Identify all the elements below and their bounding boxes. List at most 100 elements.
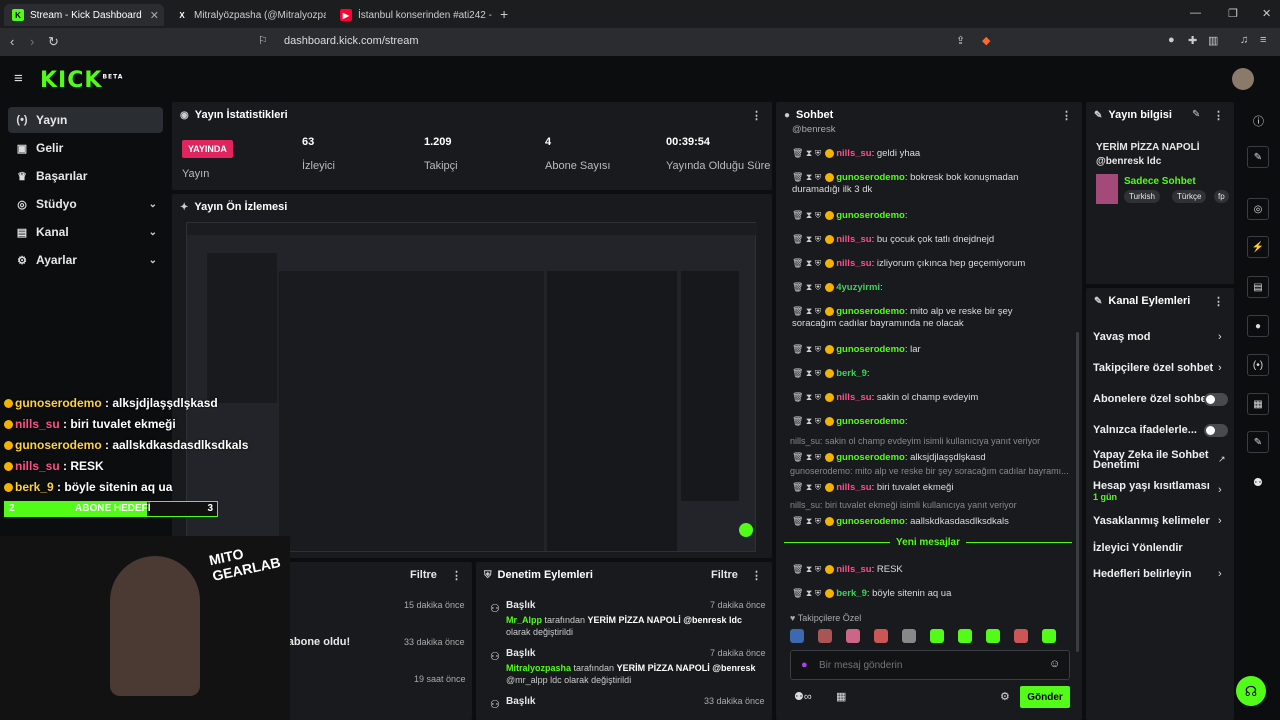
more-options-icon[interactable]: ⋮: [1061, 109, 1072, 122]
more-options-icon[interactable]: ⋮: [751, 109, 762, 122]
new-tab-icon[interactable]: +: [500, 6, 508, 22]
lightning-icon[interactable]: ⚡: [1247, 236, 1269, 258]
sidebar-item-studyo[interactable]: ◎ Stüdyo ⌄: [8, 191, 163, 217]
chat-message[interactable]: 🗑 ⧗ ⛨ gunoserodemo: mito alp ve reske bir…: [792, 306, 1013, 317]
back-icon[interactable]: ‹: [10, 34, 14, 49]
emote-icon[interactable]: [986, 629, 1000, 643]
community-icon[interactable]: ⚉∞: [794, 690, 812, 703]
avatar[interactable]: [1232, 68, 1254, 90]
mod-actions-icon[interactable]: 🗑 ⧗ ⛨: [792, 148, 821, 158]
share-icon[interactable]: ⇪: [956, 34, 965, 47]
chat-username[interactable]: gunoserodemo: [836, 306, 905, 317]
chat-username[interactable]: nills_su: [836, 482, 871, 493]
chat-message[interactable]: 🗑 ⧗ ⛨ gunoserodemo: aallskdkasdasdlksdkal…: [792, 516, 1009, 527]
emote-icon[interactable]: [958, 629, 972, 643]
more-options-icon[interactable]: ⋮: [1213, 295, 1224, 308]
emote-only-toggle[interactable]: [1204, 424, 1228, 437]
chat-username[interactable]: nills_su: [836, 148, 871, 159]
extension-icon[interactable]: ●: [1168, 34, 1175, 46]
more-options-icon[interactable]: ⋮: [451, 569, 462, 582]
kick-logo[interactable]: KICKBETA: [40, 68, 123, 93]
chat-bubble-icon[interactable]: ●: [1247, 315, 1269, 337]
wrench-icon[interactable]: ✎: [1247, 431, 1269, 453]
chevron-right-icon[interactable]: ›: [1218, 515, 1222, 527]
chat-message[interactable]: 🗑 ⧗ ⛨ gunoserodemo:: [792, 416, 907, 427]
mod-actions-icon[interactable]: 🗑 ⧗ ⛨: [792, 564, 821, 574]
chat-message[interactable]: 🗑 ⧗ ⛨ nills_su: bu çocuk çok tatlı dnejdn…: [792, 234, 994, 245]
chat-message[interactable]: 🗑 ⧗ ⛨ nills_su: izliyorum çıkınca hep geç…: [792, 258, 1025, 269]
tag-chip[interactable]: Turkish: [1124, 190, 1160, 203]
chat-message[interactable]: 🗑 ⧗ ⛨ nills_su: RESK: [792, 564, 903, 575]
chat-input[interactable]: [819, 656, 1039, 674]
chat-username[interactable]: nills_su: [836, 234, 871, 245]
mod-actions-icon[interactable]: 🗑 ⧗ ⛨: [792, 452, 821, 462]
activity-filter-button[interactable]: Filtre: [410, 569, 437, 581]
hamburger-menu-icon[interactable]: ≡: [14, 70, 23, 87]
tag-chip[interactable]: Türkçe: [1172, 190, 1207, 203]
emote-icon[interactable]: [902, 629, 916, 643]
external-link-icon[interactable]: ↗: [1218, 454, 1226, 465]
chat-username[interactable]: berk_9: [836, 588, 867, 599]
browser-tab-youtube[interactable]: ▶ İstanbul konserinden #ati242 - YouTu: [332, 4, 492, 26]
category-name[interactable]: Sadece Sohbet: [1124, 176, 1196, 187]
chat-message[interactable]: 🗑 ⧗ ⛨ berk_9:: [792, 368, 870, 379]
sidebar-item-kanal[interactable]: ▤ Kanal ⌄: [8, 219, 163, 245]
music-icon[interactable]: ♫: [1240, 34, 1248, 46]
follower-only-item[interactable]: Takipçilere özel sohbet: [1093, 362, 1213, 374]
close-tab-icon[interactable]: ✕: [142, 9, 159, 22]
mod-actions-icon[interactable]: 🗑 ⧗ ⛨: [792, 392, 821, 402]
mod-actions-icon[interactable]: 🗑 ⧗ ⛨: [792, 282, 821, 292]
chat-message[interactable]: 🗑 ⧗ ⛨ 4yuzyirmi:: [792, 282, 883, 293]
bookmark-icon[interactable]: ⚐: [258, 34, 268, 47]
sidebar-icon[interactable]: ▥: [1208, 34, 1218, 47]
edit-icon[interactable]: ✎: [1247, 146, 1269, 168]
moderation-filter-button[interactable]: Filtre: [711, 569, 738, 581]
mod-actions-icon[interactable]: 🗑 ⧗ ⛨: [792, 516, 821, 526]
sidebar-item-yayin[interactable]: (•) Yayın: [8, 107, 163, 133]
chevron-right-icon[interactable]: ›: [1218, 484, 1222, 496]
mod-actions-icon[interactable]: 🗑 ⧗ ⛨: [792, 172, 821, 182]
mod-actions-icon[interactable]: 🗑 ⧗ ⛨: [792, 234, 821, 244]
chat-message[interactable]: 🗑 ⧗ ⛨ nills_su: sakin ol champ evdeyim: [792, 392, 978, 403]
emote-icon[interactable]: [874, 629, 888, 643]
chat-message[interactable]: 🗑 ⧗ ⛨ nills_su: geldi yhaa: [792, 148, 920, 159]
tag-chip[interactable]: fp: [1214, 190, 1229, 203]
community-icon[interactable]: ⚉: [1253, 476, 1263, 489]
chat-message[interactable]: 🗑 ⧗ ⛨ gunoserodemo: bokresk bok konuşmada…: [792, 172, 1018, 183]
chat-username[interactable]: gunoserodemo: [836, 344, 905, 355]
send-button[interactable]: Gönder: [1020, 686, 1070, 708]
chat-username[interactable]: gunoserodemo: [836, 452, 905, 463]
emote-icon[interactable]: [930, 629, 944, 643]
gear-icon[interactable]: ⚙: [1000, 690, 1010, 703]
mod-actions-icon[interactable]: 🗑 ⧗ ⛨: [792, 588, 821, 598]
sidebar-item-basarilar[interactable]: ♛ Başarılar: [8, 163, 163, 189]
emoji-icon[interactable]: ☺: [1049, 658, 1060, 670]
browser-tab-x[interactable]: X Mitralyözpasha (@Mitralyozpasha) /: [168, 4, 326, 26]
subscriber-only-toggle[interactable]: [1204, 393, 1228, 406]
chat-username[interactable]: gunoserodemo: [836, 210, 905, 221]
maximize-icon[interactable]: ❐: [1228, 7, 1238, 20]
chat-message[interactable]: 🗑 ⧗ ⛨ berk_9: böyle sitenin aq ua: [792, 588, 951, 599]
reload-icon[interactable]: ↻: [48, 34, 59, 50]
chat-username[interactable]: berk_9: [836, 368, 867, 379]
notes-icon[interactable]: ▤: [1247, 276, 1269, 298]
chevron-right-icon[interactable]: ›: [1218, 331, 1222, 343]
chat-username[interactable]: gunoserodemo: [836, 516, 905, 527]
layout-icon[interactable]: ▦: [1247, 393, 1269, 415]
puzzle-icon[interactable]: ✚: [1188, 34, 1197, 47]
emote-icon[interactable]: [1014, 629, 1028, 643]
brave-shield-icon[interactable]: ◆: [982, 34, 990, 47]
sidebar-item-ayarlar[interactable]: ⚙ Ayarlar ⌄: [8, 247, 163, 273]
sidebar-item-gelir[interactable]: ▣ Gelir: [8, 135, 163, 161]
chevron-right-icon[interactable]: ›: [1218, 568, 1222, 580]
minimize-icon[interactable]: —: [1190, 7, 1201, 19]
host-viewers-item[interactable]: İzleyici Yönlendir: [1093, 542, 1183, 554]
chat-message[interactable]: 🗑 ⧗ ⛨ gunoserodemo: lar: [792, 344, 921, 355]
broadcast-icon[interactable]: (•): [1247, 354, 1269, 376]
edit-icon[interactable]: ✎: [1192, 109, 1200, 120]
emote-icon[interactable]: [846, 629, 860, 643]
mod-actions-icon[interactable]: 🗑 ⧗ ⛨: [792, 482, 821, 492]
emote-icon[interactable]: [818, 629, 832, 643]
chat-username[interactable]: 4yuzyirmi: [836, 282, 880, 293]
set-goals-item[interactable]: Hedefleri belirleyin: [1093, 568, 1191, 580]
